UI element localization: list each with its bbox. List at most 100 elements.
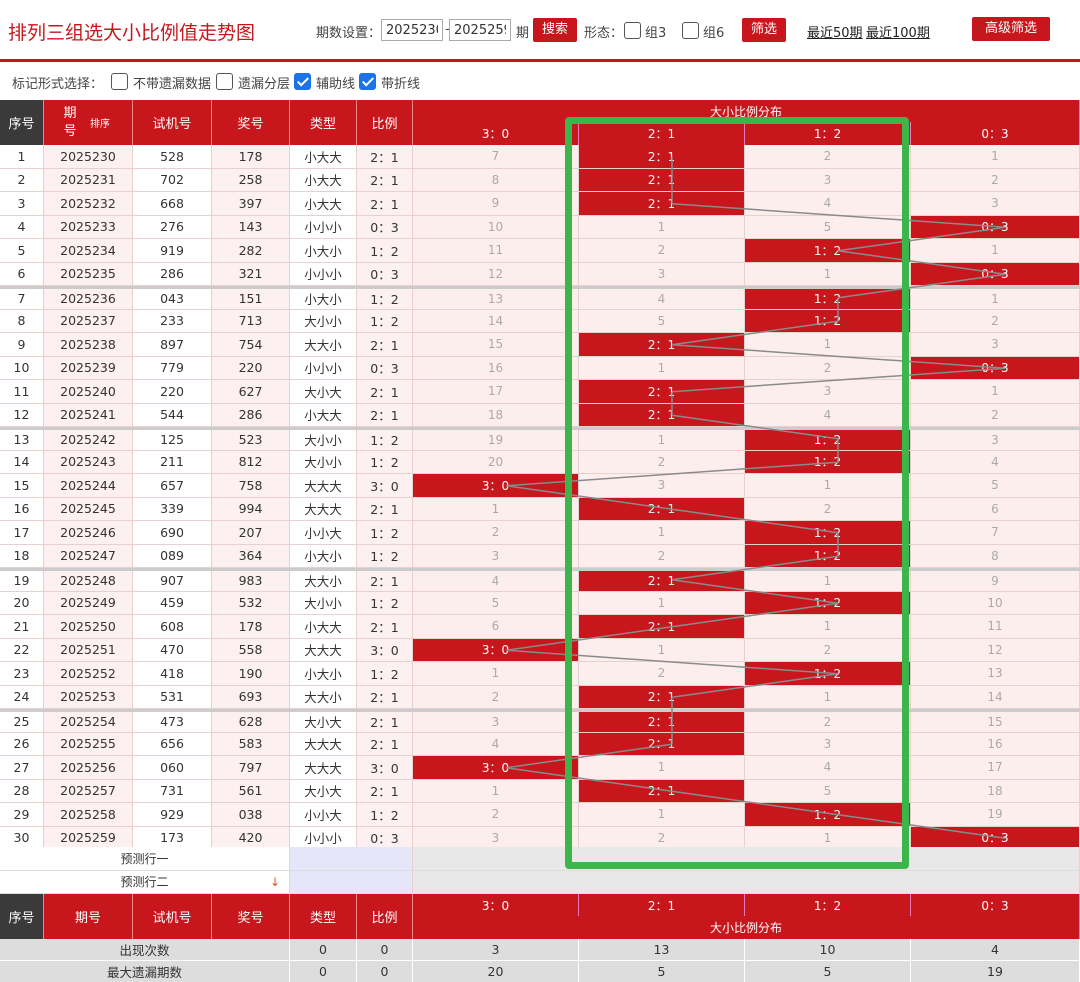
period-label: 期数设置： xyxy=(316,26,382,41)
cell-trial: 544 xyxy=(133,403,212,426)
table-row: 2 2025231 702 258 小大大 2：1 8 2：1 3 2 xyxy=(0,168,1080,192)
dist-miss-cell: 18 xyxy=(911,779,1080,802)
cell-period: 2025250 xyxy=(44,615,133,638)
cell-period: 2025245 xyxy=(44,497,133,520)
cell-ratio: 2：1 xyxy=(357,497,413,520)
table-row: 24 2025253 531 693 大大小 2：1 2 2：1 1 14 xyxy=(0,685,1080,709)
last100-link[interactable]: 最近100期 xyxy=(866,22,930,41)
predict-dist-2[interactable] xyxy=(413,870,1080,893)
cell-type: 小小小 xyxy=(290,356,357,379)
cell-draw: 983 xyxy=(212,571,290,591)
dist-miss-cell: 12 xyxy=(911,638,1080,661)
cell-trial: 470 xyxy=(133,638,212,661)
cell-period: 2025234 xyxy=(44,239,133,262)
cell-ratio: 2：1 xyxy=(357,192,413,215)
cell-draw: 532 xyxy=(212,591,290,614)
no-miss-data-checkbox[interactable] xyxy=(111,73,128,90)
cell-ratio: 1：2 xyxy=(357,544,413,567)
cell-ratio: 2：1 xyxy=(357,615,413,638)
stats-value: 5 xyxy=(579,961,745,982)
dist-miss-cell: 1 xyxy=(911,239,1080,262)
cell-draw: 282 xyxy=(212,239,290,262)
miss-layer-checkbox[interactable] xyxy=(216,73,233,90)
header-seq: 序号 xyxy=(0,100,44,145)
header-period: 期号 排序 xyxy=(44,100,133,145)
form-label: 形态： xyxy=(584,26,624,41)
dist-miss-cell: 8 xyxy=(911,544,1080,567)
cell-period: 2025244 xyxy=(44,474,133,497)
table-row: 8 2025237 233 713 大小小 1：2 14 5 1：2 2 xyxy=(0,309,1080,333)
footer-col-21: 2：1 xyxy=(579,894,745,916)
stats-value: 5 xyxy=(745,961,911,982)
cell-ratio: 2：1 xyxy=(357,168,413,191)
cell-seq: 24 xyxy=(0,685,44,708)
dist-miss-cell: 19 xyxy=(911,803,1080,826)
cell-type: 大大大 xyxy=(290,732,357,755)
cell-period: 2025237 xyxy=(44,309,133,332)
cell-period: 2025239 xyxy=(44,356,133,379)
cell-trial: 459 xyxy=(133,591,212,614)
cell-draw: 713 xyxy=(212,309,290,332)
sort-button[interactable]: 排序 xyxy=(90,115,110,130)
cell-period: 2025232 xyxy=(44,192,133,215)
predict-input-1[interactable] xyxy=(290,847,413,870)
dist-miss-cell: 6 xyxy=(413,615,579,638)
search-button[interactable]: 搜索 xyxy=(533,18,577,42)
dist-miss-cell: 1 xyxy=(911,380,1080,403)
table-row: 18 2025247 089 364 小大小 1：2 3 2 1：2 8 xyxy=(0,544,1080,568)
dist-miss-cell: 12 xyxy=(413,262,579,285)
cell-ratio: 1：2 xyxy=(357,521,413,544)
filter-button[interactable]: 筛选 xyxy=(742,18,786,42)
aux-line-checkbox[interactable] xyxy=(294,73,311,90)
table-row: 10 2025239 779 220 小小小 0：3 16 1 2 0：3 xyxy=(0,356,1080,380)
footer-type: 类型 xyxy=(290,894,357,939)
cell-period: 2025242 xyxy=(44,430,133,450)
cell-draw: 583 xyxy=(212,732,290,755)
cell-type: 大小大 xyxy=(290,712,357,732)
cell-type: 大大小 xyxy=(290,685,357,708)
polyline-checkbox[interactable] xyxy=(359,73,376,90)
cell-ratio: 3：0 xyxy=(357,756,413,779)
cell-trial: 531 xyxy=(133,685,212,708)
dist-miss-cell: 1 xyxy=(413,779,579,802)
dist-miss-cell: 5 xyxy=(911,474,1080,497)
cell-period: 2025247 xyxy=(44,544,133,567)
footer-ratio: 比例 xyxy=(357,894,413,939)
last50-link[interactable]: 最近50期 xyxy=(807,22,863,41)
dist-miss-cell: 3 xyxy=(911,430,1080,450)
zu3-checkbox[interactable] xyxy=(624,22,641,39)
cell-trial: 089 xyxy=(133,544,212,567)
top-filter-bar: 排列三组选大小比例值走势图 期数设置： - 期 搜索 形态： 组3 组6 筛选 … xyxy=(0,0,1080,62)
predict-input-2[interactable] xyxy=(290,870,413,893)
cell-trial: 731 xyxy=(133,779,212,802)
dist-hit-cell: 3：0 xyxy=(413,756,579,779)
period-to-input[interactable] xyxy=(449,19,511,41)
cell-period: 2025240 xyxy=(44,380,133,403)
stats-type: 0 xyxy=(290,961,357,982)
stats-value: 10 xyxy=(745,939,911,960)
cell-seq: 10 xyxy=(0,356,44,379)
dist-miss-cell: 2 xyxy=(911,309,1080,332)
cell-seq: 25 xyxy=(0,712,44,732)
cell-period: 2025230 xyxy=(44,145,133,168)
dist-hit-cell: 0：3 xyxy=(911,262,1080,285)
cell-seq: 20 xyxy=(0,591,44,614)
stats-label: 最大遗漏期数 xyxy=(0,961,290,982)
cell-ratio: 2：1 xyxy=(357,685,413,708)
cell-seq: 6 xyxy=(0,262,44,285)
cell-trial: 473 xyxy=(133,712,212,732)
table-row: 23 2025252 418 190 小大小 1：2 1 2 1：2 13 xyxy=(0,662,1080,686)
period-from-input[interactable] xyxy=(381,19,443,41)
cell-type: 小大大 xyxy=(290,615,357,638)
cell-seq: 14 xyxy=(0,450,44,473)
cell-type: 大小大 xyxy=(290,779,357,802)
dist-miss-cell: 1 xyxy=(911,289,1080,309)
dist-miss-cell: 1 xyxy=(413,497,579,520)
table-row: 22 2025251 470 558 大大大 3：0 3：0 1 2 12 xyxy=(0,638,1080,662)
dist-miss-cell: 19 xyxy=(413,430,579,450)
cell-ratio: 3：0 xyxy=(357,638,413,661)
cell-draw: 220 xyxy=(212,356,290,379)
advanced-filter-button[interactable]: 高级筛选 xyxy=(972,17,1050,41)
cell-type: 小小小 xyxy=(290,262,357,285)
zu6-checkbox[interactable] xyxy=(682,22,699,39)
